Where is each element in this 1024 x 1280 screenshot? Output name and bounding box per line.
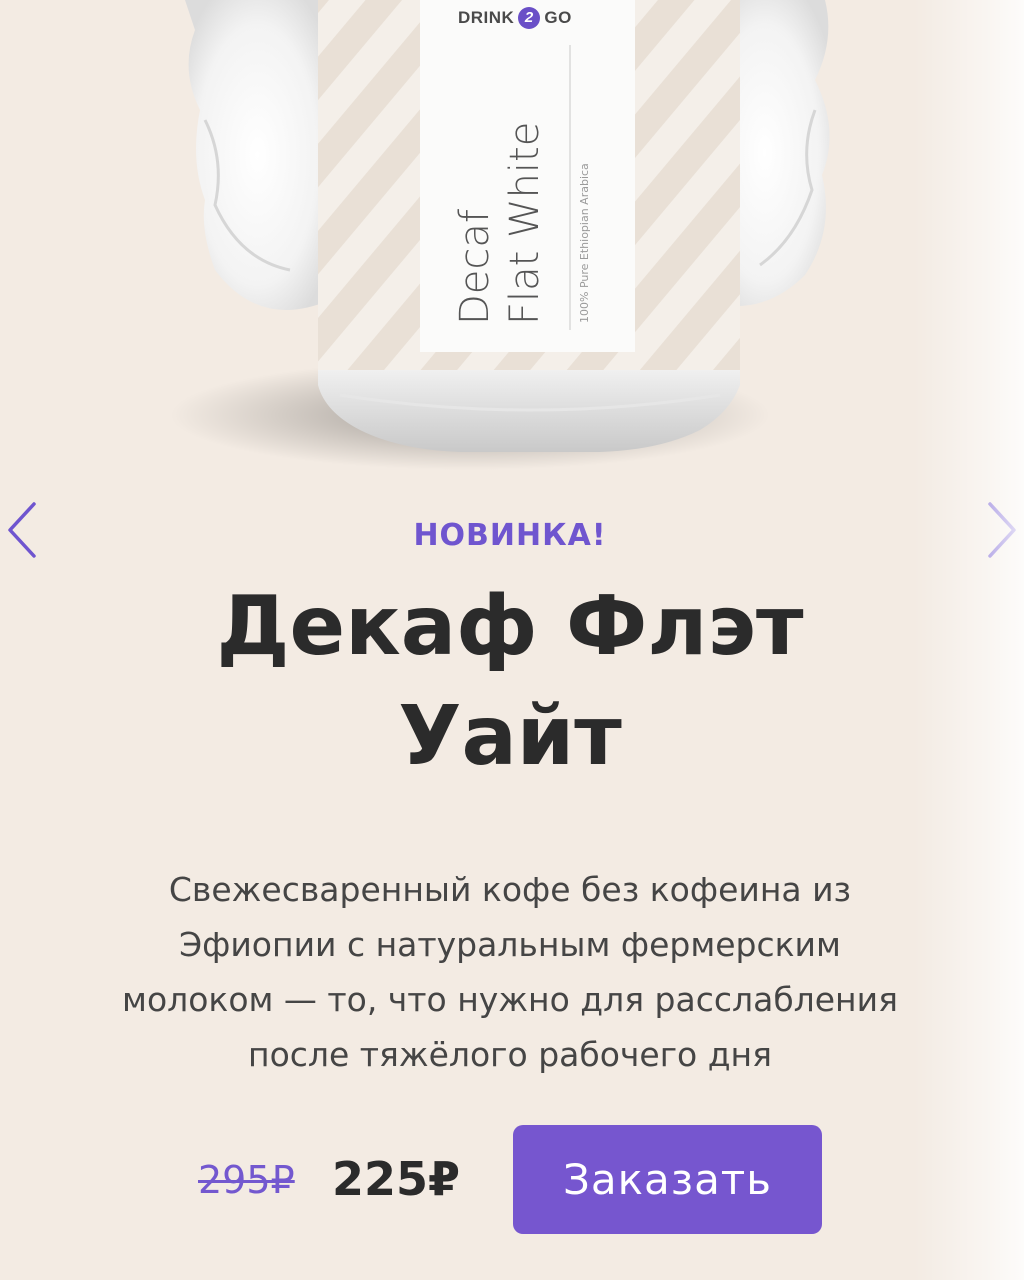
brand-logo-left: DRINK — [458, 8, 515, 27]
description-line: Эфиопии с натуральным фермерским — [179, 925, 841, 964]
order-button[interactable]: Заказать — [513, 1125, 822, 1234]
product-title-line1: Декаф Флэт — [216, 579, 804, 674]
product-hero: DRINK 2 GO Decaf Flat White 100% Pure Et… — [0, 0, 1024, 470]
description-line: молоком — то, что нужно для расслабления — [122, 980, 898, 1019]
can-label-subtitle: 100% Pure Ethiopian Arabica — [578, 163, 591, 323]
brand-logo: DRINK 2 GO — [458, 4, 598, 32]
product-title-line2: Уайт — [398, 689, 622, 784]
description-line: Свежесваренный кофе без кофеина из — [168, 870, 852, 909]
can-label: Decaf Flat White 100% Pure Ethiopian Ara… — [450, 55, 720, 325]
can-label-title: Decaf Flat White — [450, 55, 550, 325]
brand-logo-right: GO — [544, 8, 572, 27]
new-badge: НОВИНКА! — [413, 518, 607, 553]
product-description: Свежесваренный кофе без кофеина из Эфиоп… — [60, 862, 960, 1082]
description-line: после тяжёлого рабочего дня — [248, 1035, 772, 1074]
can-label-line1: Decaf — [452, 209, 498, 325]
can-label-line2: Flat White — [502, 121, 548, 325]
brand-logo-mark: 2 — [518, 7, 541, 29]
old-price: 295₽ — [198, 1158, 295, 1202]
current-price: 225₽ — [332, 1152, 461, 1206]
product-title: Декаф Флэт Уайт — [100, 572, 920, 792]
